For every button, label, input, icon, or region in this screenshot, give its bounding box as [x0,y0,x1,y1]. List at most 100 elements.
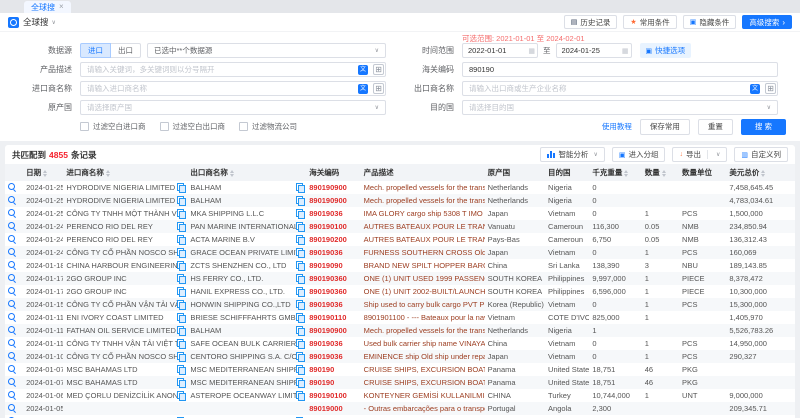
copy-icon[interactable] [296,378,304,387]
copy-icon[interactable] [296,261,304,270]
copy-icon[interactable] [296,222,304,231]
view-detail-icon[interactable] [8,352,17,361]
date-to-input[interactable] [556,43,632,58]
view-detail-icon[interactable] [8,326,17,335]
col-header-1[interactable]: 进口商名称 [63,164,187,181]
hide-conditions-button[interactable]: ▣ 隐藏条件 [683,15,737,29]
view-detail-icon[interactable] [8,300,17,309]
importer-input[interactable] [80,81,386,96]
history-button[interactable]: ▤ 历史记录 [564,15,618,29]
col-header-10[interactable]: 美元总价 [726,164,795,181]
translate-icon[interactable]: 文 [358,84,368,94]
save-common-button[interactable]: 保存常用 [640,119,690,135]
view-detail-icon[interactable] [8,365,17,374]
custom-columns-button[interactable]: ▥ 自定义列 [734,147,788,162]
copy-icon[interactable] [177,339,185,348]
copy-icon[interactable] [177,391,185,400]
view-detail-icon[interactable] [8,196,17,205]
copy-icon[interactable] [296,196,304,205]
translate-icon[interactable]: 文 [358,65,368,75]
origin-select[interactable]: 请选择原产国 ∨ [80,100,386,115]
reset-button[interactable]: 重置 [698,119,733,135]
advanced-search-button[interactable]: 高级搜索 › [742,15,792,29]
copy-icon[interactable] [296,352,304,361]
copy-icon[interactable] [177,261,185,270]
copy-icon[interactable] [177,287,185,296]
view-detail-icon[interactable] [8,261,17,270]
col-header-2[interactable]: 出口商名称 [187,164,306,181]
exporter-input[interactable] [462,81,778,96]
sort-icon[interactable] [761,170,765,177]
common-conditions-button[interactable]: ★ 常用条件 [623,15,676,29]
filter-empty-importer-checkbox[interactable]: 过滤空白进口商 [80,121,146,132]
copy-icon[interactable] [296,209,304,218]
copy-icon[interactable] [296,248,304,257]
quick-options-button[interactable]: ▣ 快捷选项 [640,43,692,58]
tutorial-link[interactable]: 使用教程 [602,121,632,132]
col-header-8[interactable]: 数量 [642,164,679,181]
export-button[interactable]: ↓ 导出 ∨ [672,147,727,162]
copy-icon[interactable] [177,352,185,361]
copy-icon[interactable] [177,313,185,322]
copy-icon[interactable] [296,391,304,400]
copy-icon[interactable] [296,300,304,309]
view-detail-icon[interactable] [8,248,17,257]
export-toggle[interactable]: 出口 [111,43,141,58]
filter-empty-exporter-checkbox[interactable]: 过滤空白出口商 [160,121,226,132]
copy-icon[interactable] [177,209,185,218]
view-detail-icon[interactable] [8,313,17,322]
import-toggle[interactable]: 进口 [80,43,111,58]
data-source-select[interactable]: 已选中**个数据源 ∨ [147,43,386,58]
dest-select[interactable]: 请选择目的国 ∨ [462,100,778,115]
batch-input-icon[interactable]: ⊞ [373,64,384,75]
view-detail-icon[interactable] [8,235,17,244]
copy-icon[interactable] [177,300,185,309]
view-detail-icon[interactable] [8,404,17,413]
copy-icon[interactable] [296,365,304,374]
search-button[interactable]: 搜 索 [741,119,786,135]
sort-icon[interactable] [230,170,234,177]
enter-group-button[interactable]: ▣ 进入分组 [612,147,666,162]
copy-icon[interactable] [177,326,185,335]
hs-code-input[interactable] [462,62,778,77]
product-desc-input[interactable] [80,62,386,77]
copy-icon[interactable] [177,235,185,244]
view-detail-icon[interactable] [8,209,17,218]
copy-icon[interactable] [296,313,304,322]
copy-icon[interactable] [296,183,304,192]
view-detail-icon[interactable] [8,378,17,387]
copy-icon[interactable] [177,248,185,257]
copy-icon[interactable] [296,326,304,335]
copy-icon[interactable] [296,339,304,348]
view-detail-icon[interactable] [8,339,17,348]
view-detail-icon[interactable] [8,287,17,296]
view-detail-icon[interactable] [8,222,17,231]
copy-icon[interactable] [177,365,185,374]
sort-icon[interactable] [624,170,628,177]
batch-input-icon[interactable]: ⊞ [373,83,384,94]
smart-analysis-button[interactable]: 智能分析 ∨ [540,147,604,162]
copy-icon[interactable] [177,183,185,192]
copy-icon[interactable] [177,222,185,231]
translate-icon[interactable]: 文 [750,84,760,94]
chevron-down-icon[interactable]: ∨ [716,151,720,158]
copy-icon[interactable] [296,235,304,244]
view-detail-icon[interactable] [8,391,17,400]
close-icon[interactable]: × [59,3,64,11]
view-detail-icon[interactable] [8,183,17,192]
copy-icon[interactable] [296,287,304,296]
tab-global-search[interactable]: 全球搜 × [24,1,71,13]
view-detail-icon[interactable] [8,274,17,283]
filter-logistics-checkbox[interactable]: 过滤物流公司 [239,121,297,132]
copy-icon[interactable] [177,196,185,205]
col-header-7[interactable]: 千克重量 [589,164,641,181]
date-from-input[interactable] [462,43,538,58]
copy-icon[interactable] [177,378,185,387]
col-header-0[interactable]: 日期 [23,164,63,181]
sort-icon[interactable] [662,170,666,177]
sort-icon[interactable] [106,170,110,177]
copy-icon[interactable] [177,274,185,283]
batch-input-icon[interactable]: ⊞ [765,83,776,94]
sort-icon[interactable] [43,170,47,177]
copy-icon[interactable] [296,274,304,283]
